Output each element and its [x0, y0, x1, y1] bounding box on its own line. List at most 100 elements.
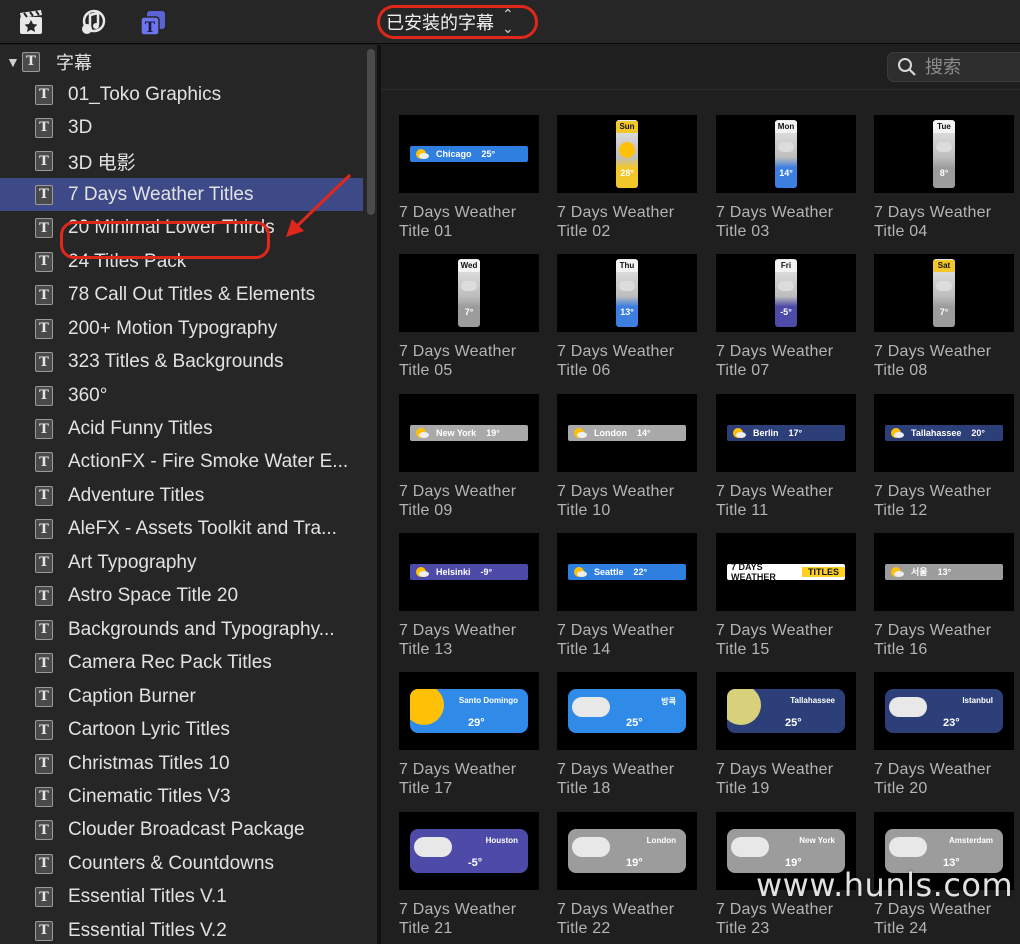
title-thumbnail[interactable]: Berlin 17° [716, 393, 856, 472]
sidebar-item[interactable]: T Christmas Titles 10 [0, 747, 363, 780]
title-tile[interactable]: Thu 13° 7 Days Weather Title 06 [557, 254, 697, 380]
title-tile[interactable]: Mon 14° 7 Days Weather Title 03 [716, 115, 856, 241]
title-tile[interactable]: Wed 7° 7 Days Weather Title 05 [399, 254, 539, 380]
sidebar-item[interactable]: T Counters & Countdowns [0, 847, 363, 880]
sidebar-item[interactable]: T AleFX - Assets Toolkit and Tra... [0, 513, 363, 546]
title-tile[interactable]: Sat 7° 7 Days Weather Title 08 [874, 254, 1014, 380]
sidebar-item[interactable]: T Acid Funny Titles [0, 413, 363, 446]
music-note-icon[interactable] [78, 9, 106, 37]
weather-day: Sun [616, 121, 638, 133]
search-input[interactable] [925, 56, 1015, 78]
weather-temp: 13° [937, 566, 952, 577]
weather-temp: 17° [788, 427, 803, 438]
sidebar-item[interactable]: T 24 Titles Pack [0, 245, 363, 278]
disclosure-triangle-icon[interactable]: ▼ [6, 54, 20, 70]
title-icon: T [35, 686, 53, 707]
sidebar-item[interactable]: T Cinematic Titles V3 [0, 780, 363, 813]
cloud-icon [778, 281, 794, 292]
sidebar-item[interactable]: T 7 Days Weather Titles [0, 178, 363, 212]
sidebar-item[interactable]: T 323 Titles & Backgrounds [0, 346, 363, 379]
titles-icon[interactable]: T [139, 9, 167, 37]
sidebar-root-titles[interactable]: ▼ T 字幕 [0, 45, 363, 78]
sidebar-item[interactable]: T Backgrounds and Typography... [0, 613, 363, 646]
sidebar-item[interactable]: T 3D [0, 111, 363, 144]
title-tile[interactable]: Sun 28° 7 Days Weather Title 02 [557, 115, 697, 241]
title-tile[interactable]: New York 19° 7 Days Weather Title 09 [399, 393, 539, 520]
title-thumbnail[interactable]: Fri -5° [716, 254, 856, 333]
title-tile[interactable]: Tallahassee 25° 7 Days Weather Title 19 [716, 672, 856, 798]
title-tile[interactable]: 방콕 25° 7 Days Weather Title 18 [557, 672, 697, 798]
title-thumbnail[interactable]: Thu 13° [557, 254, 697, 333]
sidebar-item[interactable]: T ActionFX - Fire Smoke Water E... [0, 446, 363, 479]
title-thumbnail[interactable]: Tue 8° [874, 115, 1014, 193]
title-tile[interactable]: Santo Domingo 29° 7 Days Weather Title 17 [399, 672, 539, 798]
title-thumbnail[interactable]: Chicago 25° [399, 115, 539, 193]
title-tile[interactable]: Tue 8° 7 Days Weather Title 04 [874, 115, 1014, 241]
weather-icon [572, 565, 588, 579]
content-separator [381, 89, 1020, 90]
title-thumbnail[interactable]: Tallahassee 20° [874, 393, 1014, 472]
title-thumbnail[interactable]: Wed 7° [399, 254, 539, 333]
title-tile[interactable]: Chicago 25° 7 Days Weather Title 01 [399, 115, 539, 241]
title-tile[interactable]: Seattle 22° 7 Days Weather Title 14 [557, 532, 697, 659]
browser-type-select[interactable]: 已安装的字幕 ⌃ ⌄ [377, 5, 538, 39]
sidebar-item[interactable]: T 78 Call Out Titles & Elements [0, 279, 363, 312]
title-thumbnail[interactable]: Santo Domingo 29° [399, 672, 539, 751]
title-tile[interactable]: Tallahassee 20° 7 Days Weather Title 12 [874, 393, 1014, 520]
sidebar-item[interactable]: T Essential Titles V.2 [0, 914, 363, 944]
sidebar-item[interactable]: T 360° [0, 379, 363, 412]
sidebar-item-label: Adventure Titles [68, 484, 205, 506]
title-icon: T [35, 853, 53, 874]
title-thumbnail[interactable]: 7 DAYS WEATHER TITLES [716, 532, 856, 611]
title-caption: 7 Days Weather Title 06 [557, 343, 675, 380]
sidebar-item[interactable]: T Art Typography [0, 546, 363, 579]
title-tile[interactable]: London 14° 7 Days Weather Title 10 [557, 393, 697, 520]
title-tile[interactable]: Istanbul 23° 7 Days Weather Title 20 [874, 672, 1014, 798]
title-thumbnail[interactable]: Tallahassee 25° [716, 672, 856, 751]
sidebar-item[interactable]: T Caption Burner [0, 680, 363, 713]
title-thumbnail[interactable]: 서울 13° [874, 532, 1014, 611]
sidebar-item[interactable]: T Clouder Broadcast Package [0, 814, 363, 847]
title-icon: T [35, 419, 53, 439]
weather-temp: -5° [468, 856, 483, 869]
title-thumbnail[interactable]: Sun 28° [557, 115, 697, 193]
title-thumbnail[interactable]: 방콕 25° [557, 672, 697, 751]
title-thumbnail[interactable]: Mon 14° [716, 115, 856, 193]
title-thumbnail[interactable]: London 14° [557, 393, 697, 472]
title-tile[interactable]: Berlin 17° 7 Days Weather Title 11 [716, 393, 856, 520]
weather-bar: 서울 13° [885, 563, 1003, 580]
title-tile[interactable]: Houston -5° 7 Days Weather Title 21 [399, 811, 539, 938]
title-tile[interactable]: 서울 13° 7 Days Weather Title 16 [874, 532, 1014, 659]
title-thumbnail[interactable]: Sat 7° [874, 254, 1014, 333]
title-icon: T [22, 51, 40, 72]
sidebar-item[interactable]: T Camera Rec Pack Titles [0, 647, 363, 680]
sidebar-item[interactable]: T 3D 电影 [0, 145, 363, 178]
title-tile[interactable]: 7 DAYS WEATHER TITLES 7 Days Weather Title… [716, 532, 856, 659]
clapper-star-icon[interactable] [17, 9, 45, 37]
sidebar-item[interactable]: T Cartoon Lyric Titles [0, 714, 363, 747]
title-thumbnail[interactable]: New York 19° [399, 393, 539, 472]
sidebar-scrollbar[interactable] [367, 49, 375, 215]
sidebar-item-label: Acid Funny Titles [68, 418, 213, 439]
title-thumbnail[interactable]: Helsinki -9° [399, 532, 539, 611]
title-thumbnail[interactable]: Houston -5° [399, 811, 539, 890]
sidebar-item-label: 200+ Motion Typography [68, 317, 278, 339]
sidebar-item[interactable]: T 01_Toko Graphics [0, 78, 363, 111]
sidebar-item-label: Art Typography [68, 551, 197, 573]
search-field[interactable] [887, 52, 1020, 82]
sidebar-item[interactable]: T Astro Space Title 20 [0, 580, 363, 613]
title-thumbnail[interactable]: Seattle 22° [557, 532, 697, 611]
title-tile[interactable]: London 19° 7 Days Weather Title 22 [557, 811, 697, 938]
sidebar-item[interactable]: T 20 Minimal Lower Thirds [0, 212, 363, 245]
title-icon: T [35, 452, 53, 473]
weather-temp: 20° [971, 427, 985, 438]
title-thumbnail[interactable]: London 19° [557, 811, 697, 890]
title-tile[interactable]: Helsinki -9° 7 Days Weather Title 13 [399, 532, 539, 659]
sidebar-item[interactable]: T 200+ Motion Typography [0, 312, 363, 345]
sidebar-item[interactable]: T Adventure Titles [0, 479, 363, 512]
title-tile[interactable]: Fri -5° 7 Days Weather Title 07 [716, 254, 856, 380]
toolbar: T 已安装的字幕 ⌃ ⌄ [0, 0, 1020, 44]
sidebar-item[interactable]: T Essential Titles V.1 [0, 881, 363, 914]
weather-bar: New York 19° [410, 424, 528, 441]
title-thumbnail[interactable]: Istanbul 23° [874, 672, 1014, 751]
